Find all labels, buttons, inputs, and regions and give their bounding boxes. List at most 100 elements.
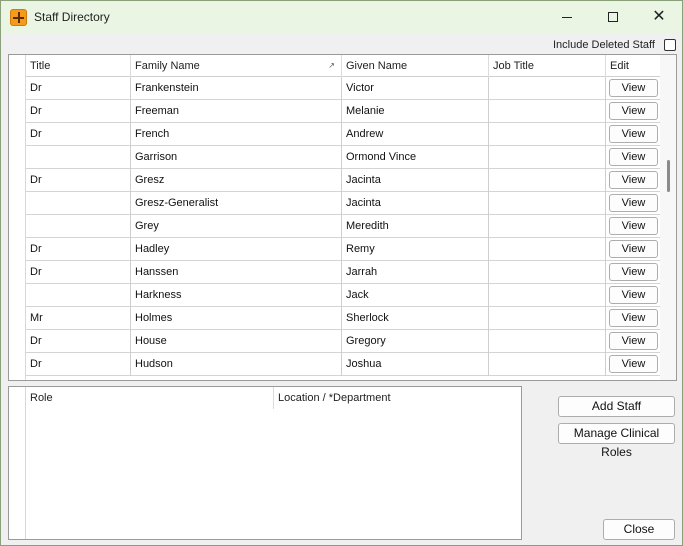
cell-given-name[interactable]: Joshua — [342, 353, 489, 376]
cell-job-title[interactable] — [489, 146, 606, 169]
cell-title[interactable]: Dr — [26, 238, 131, 261]
cell-given-name[interactable]: Remy — [342, 238, 489, 261]
cell-job-title[interactable] — [489, 192, 606, 215]
cell-given-name[interactable]: Andrew — [342, 123, 489, 146]
scrollbar-thumb[interactable] — [667, 160, 670, 192]
maximize-icon — [608, 12, 618, 22]
cell-job-title[interactable] — [489, 100, 606, 123]
view-button[interactable]: View — [609, 194, 658, 212]
table-row[interactable]: Dr Freeman Melanie View — [26, 100, 660, 123]
cell-family-name[interactable]: Gresz-Generalist — [131, 192, 342, 215]
cell-title[interactable] — [26, 192, 131, 215]
cell-given-name[interactable]: Jack — [342, 284, 489, 307]
cell-edit: View — [606, 77, 660, 100]
view-button[interactable]: View — [609, 171, 658, 189]
table-row[interactable]: Dr Hanssen Jarrah View — [26, 261, 660, 284]
table-row[interactable]: Dr Frankenstein Victor View — [26, 77, 660, 100]
cell-given-name[interactable]: Melanie — [342, 100, 489, 123]
cell-family-name[interactable]: Frankenstein — [131, 77, 342, 100]
cell-edit: View — [606, 238, 660, 261]
close-window-button[interactable]: ✕ — [636, 1, 682, 33]
cell-job-title[interactable] — [489, 123, 606, 146]
table-row[interactable]: Grey Meredith View — [26, 215, 660, 238]
table-row[interactable]: Dr French Andrew View — [26, 123, 660, 146]
view-button[interactable]: View — [609, 217, 658, 235]
table-row[interactable]: Harkness Jack View — [26, 284, 660, 307]
cell-family-name[interactable]: Freeman — [131, 100, 342, 123]
title-bar: Staff Directory ✕ — [1, 1, 682, 34]
table-row[interactable]: Dr Gresz Jacinta View — [26, 169, 660, 192]
grid-vertical-scrollbar[interactable] — [660, 55, 676, 380]
table-row[interactable]: Garrison Ormond Vince View — [26, 146, 660, 169]
include-deleted-checkbox[interactable] — [664, 39, 676, 51]
cell-job-title[interactable] — [489, 169, 606, 192]
column-header-role[interactable]: Role — [26, 387, 274, 409]
cell-family-name[interactable]: Hadley — [131, 238, 342, 261]
view-button[interactable]: View — [609, 240, 658, 258]
cell-title[interactable]: Dr — [26, 169, 131, 192]
cell-title[interactable]: Dr — [26, 330, 131, 353]
cell-title[interactable] — [26, 284, 131, 307]
cell-family-name[interactable]: Hanssen — [131, 261, 342, 284]
view-button[interactable]: View — [609, 148, 658, 166]
view-button[interactable]: View — [609, 332, 658, 350]
cell-title[interactable]: Mr — [26, 307, 131, 330]
cell-given-name[interactable]: Jacinta — [342, 192, 489, 215]
cell-given-name[interactable]: Sherlock — [342, 307, 489, 330]
column-header-location[interactable]: Location / *Department — [274, 387, 521, 409]
cell-family-name[interactable]: House — [131, 330, 342, 353]
close-button[interactable]: Close — [603, 519, 675, 540]
view-button[interactable]: View — [609, 309, 658, 327]
cell-job-title[interactable] — [489, 307, 606, 330]
cell-given-name[interactable]: Victor — [342, 77, 489, 100]
cell-given-name[interactable]: Gregory — [342, 330, 489, 353]
column-header-job-title[interactable]: Job Title — [489, 55, 606, 77]
view-button[interactable]: View — [609, 79, 658, 97]
cell-family-name[interactable]: Hudson — [131, 353, 342, 376]
column-header-edit[interactable]: Edit — [606, 55, 660, 77]
view-button[interactable]: View — [609, 102, 658, 120]
cell-given-name[interactable]: Meredith — [342, 215, 489, 238]
maximize-button[interactable] — [590, 1, 636, 33]
cell-given-name[interactable]: Jarrah — [342, 261, 489, 284]
cell-family-name[interactable]: Grey — [131, 215, 342, 238]
cell-job-title[interactable] — [489, 330, 606, 353]
cell-edit: View — [606, 215, 660, 238]
cell-given-name[interactable]: Jacinta — [342, 169, 489, 192]
cell-edit: View — [606, 100, 660, 123]
cell-title[interactable]: Dr — [26, 261, 131, 284]
table-row[interactable]: Gresz-Generalist Jacinta View — [26, 192, 660, 215]
table-row[interactable]: Dr Hadley Remy View — [26, 238, 660, 261]
table-row[interactable]: Mr Holmes Sherlock View — [26, 307, 660, 330]
cell-title[interactable]: Dr — [26, 353, 131, 376]
view-button[interactable]: View — [609, 355, 658, 373]
cell-job-title[interactable] — [489, 353, 606, 376]
cell-job-title[interactable] — [489, 238, 606, 261]
cell-family-name[interactable]: Harkness — [131, 284, 342, 307]
table-row[interactable]: Dr House Gregory View — [26, 330, 660, 353]
cell-title[interactable]: Dr — [26, 77, 131, 100]
add-staff-button[interactable]: Add Staff — [558, 396, 675, 417]
cell-family-name[interactable]: Garrison — [131, 146, 342, 169]
view-button[interactable]: View — [609, 125, 658, 143]
cell-given-name[interactable]: Ormond Vince — [342, 146, 489, 169]
cell-family-name[interactable]: French — [131, 123, 342, 146]
cell-title[interactable] — [26, 215, 131, 238]
cell-family-name[interactable]: Holmes — [131, 307, 342, 330]
column-header-family-name[interactable]: Family Name ↗ — [131, 55, 342, 77]
column-header-given-name[interactable]: Given Name — [342, 55, 489, 77]
cell-job-title[interactable] — [489, 261, 606, 284]
table-row[interactable]: Dr Hudson Joshua View — [26, 353, 660, 376]
cell-job-title[interactable] — [489, 284, 606, 307]
cell-title[interactable]: Dr — [26, 123, 131, 146]
cell-title[interactable] — [26, 146, 131, 169]
cell-family-name[interactable]: Gresz — [131, 169, 342, 192]
cell-title[interactable]: Dr — [26, 100, 131, 123]
column-header-title[interactable]: Title — [26, 55, 131, 77]
view-button[interactable]: View — [609, 263, 658, 281]
manage-clinical-roles-button[interactable]: Manage Clinical Roles — [558, 423, 675, 459]
view-button[interactable]: View — [609, 286, 658, 304]
minimize-button[interactable] — [544, 1, 590, 33]
cell-job-title[interactable] — [489, 215, 606, 238]
cell-job-title[interactable] — [489, 77, 606, 100]
